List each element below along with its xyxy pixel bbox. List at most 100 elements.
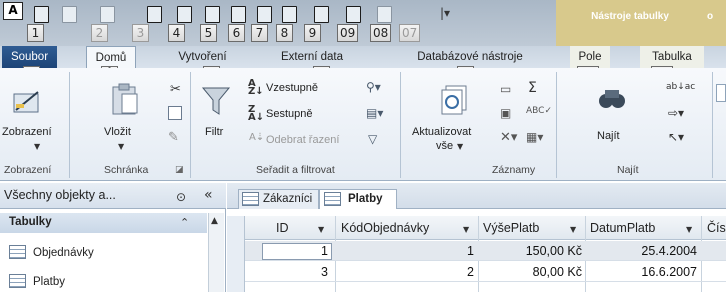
new-record-icon[interactable]: ▭ [500, 82, 511, 96]
nav-item-payments[interactable]: Platby [33, 276, 65, 288]
access-window: A 1 2 3 4 5 6 7 8 9 09 08 07 |▾ Nástroje… [0, 0, 726, 292]
filter-icon[interactable] [201, 86, 231, 116]
toggle-filter-icon[interactable]: ▽ [368, 132, 377, 146]
column-dropdown-icon[interactable]: ▼ [686, 225, 692, 234]
font-box[interactable] [716, 84, 726, 102]
table-icon [9, 274, 26, 288]
delete-record-icon[interactable]: ✕▾ [500, 130, 517, 145]
save-record-icon[interactable]: ▣ [500, 106, 511, 120]
find-icon[interactable] [597, 84, 627, 114]
group-records: Záznamy [492, 164, 536, 176]
refresh-all-button-line2[interactable]: vše [436, 140, 453, 152]
qat-icon-7[interactable] [231, 6, 246, 23]
nav-item-orders[interactable]: Objednávky [33, 247, 94, 259]
shutter-bar-close-icon[interactable]: « [204, 187, 213, 203]
tab-fields[interactable]: Pole [570, 46, 610, 68]
cell-amount[interactable]: 80,00 Kč [482, 265, 582, 279]
chevron-down-icon[interactable]: ⊙ [176, 190, 186, 204]
refresh-all-icon[interactable] [440, 84, 470, 116]
record-selector-column[interactable] [227, 216, 245, 292]
tab-database-tools[interactable]: Databázové nástroje [394, 46, 546, 68]
cell-id[interactable]: 1 [262, 244, 328, 258]
column-dropdown-icon[interactable]: ▼ [463, 225, 469, 234]
column-header-id[interactable]: ID [276, 221, 289, 235]
navigation-pane-title[interactable]: Všechny objekty a... [4, 188, 116, 202]
divider [190, 72, 191, 178]
column-dropdown-icon[interactable]: ▼ [570, 225, 576, 234]
keytip-8: 8 [276, 24, 293, 42]
cell-date[interactable]: 16.6.2007 [590, 265, 697, 279]
qat-icon-08[interactable] [346, 6, 361, 23]
customize-qat-icon[interactable]: |▾ [440, 6, 450, 20]
qat-icon-6[interactable] [205, 6, 220, 23]
spelling-icon[interactable] [282, 6, 297, 23]
divider [400, 72, 401, 178]
collapse-icon[interactable]: ⌃ [180, 216, 189, 229]
scroll-up-icon[interactable]: ▲ [211, 216, 218, 226]
filter-button[interactable]: Filtr [205, 126, 223, 138]
column-header-amount[interactable]: VýšePlatb [483, 221, 539, 235]
cell-amount[interactable]: 150,00 Kč [482, 244, 582, 258]
group-find: Najít [617, 164, 639, 176]
app-icon[interactable]: A [3, 2, 23, 20]
copy-icon[interactable] [168, 106, 182, 120]
dialog-launcher-icon[interactable]: ◪ [175, 165, 184, 175]
find-button[interactable]: Najít [597, 130, 620, 142]
sort-descending-icon[interactable]: Z A↓ [248, 105, 264, 123]
advanced-filter-icon[interactable]: ▤▾ [366, 106, 383, 120]
totals-icon[interactable]: Σ [528, 80, 537, 96]
redo-icon[interactable] [100, 6, 115, 23]
contextual-band [556, 0, 726, 46]
undo-icon[interactable] [62, 6, 77, 23]
tab-create[interactable]: Vytvoření [160, 46, 245, 68]
paste-icon[interactable] [110, 82, 140, 116]
keytip-07: 07 [399, 24, 421, 42]
save-icon[interactable] [34, 6, 49, 23]
qat-icon-4[interactable] [147, 6, 162, 23]
keytip-3: 3 [132, 24, 149, 42]
divider [712, 72, 713, 178]
view-button[interactable]: Zobrazení [2, 126, 52, 138]
qat-icon-07[interactable] [377, 6, 392, 23]
more-icon[interactable]: ▦▾ [526, 130, 543, 144]
replace-icon[interactable]: ab↓ac [666, 82, 695, 92]
remove-sort-icon[interactable]: A⇣ [249, 132, 264, 143]
tab-external-data[interactable]: Externí data [262, 46, 362, 68]
paste-button[interactable]: Vložit [104, 126, 131, 138]
keytip-4: 4 [168, 24, 185, 42]
goto-icon[interactable]: ⇨▾ [668, 106, 684, 120]
qat-icon-8[interactable] [257, 6, 272, 23]
cell-order-code[interactable]: 1 [340, 244, 474, 258]
paste-dropdown-icon[interactable]: ▼ [118, 142, 124, 151]
sort-ascending-icon[interactable]: A Z↓ [248, 79, 264, 97]
refresh-dropdown-icon[interactable]: ▼ [457, 142, 463, 151]
cell-date[interactable]: 25.4.2004 [590, 244, 697, 258]
tab-table[interactable]: Tabulka [640, 46, 704, 68]
cell-id[interactable]: 3 [262, 265, 328, 279]
remove-sort-button[interactable]: Odebrat řazení [266, 134, 339, 146]
format-painter-icon[interactable]: ✎ [168, 130, 179, 145]
nav-section-label: Tabulky [9, 216, 52, 228]
column-header-order-code[interactable]: KódObjednávky [341, 221, 429, 235]
column-header-number[interactable]: Čís [707, 221, 726, 235]
contextual-group-title: Nástroje tabulky [591, 11, 669, 22]
view-icon[interactable] [12, 88, 42, 116]
cut-icon[interactable]: ✂ [170, 82, 181, 97]
refresh-all-button[interactable]: Aktualizovat [412, 126, 471, 138]
sort-ascending-button[interactable]: Vzestupně [266, 82, 318, 94]
cell-order-code[interactable]: 2 [340, 265, 474, 279]
select-icon[interactable]: ↖▾ [668, 130, 684, 144]
sort-descending-button[interactable]: Sestupně [266, 108, 312, 120]
keytip-09: 09 [337, 24, 359, 42]
qat-icon-09[interactable] [314, 6, 329, 23]
column-dropdown-icon[interactable]: ▼ [318, 225, 324, 234]
tab-file[interactable]: Soubor [2, 46, 57, 68]
spelling-check-icon[interactable]: ABC✓ [526, 106, 552, 116]
selection-filter-icon[interactable]: ⚲▾ [366, 80, 381, 94]
divider [69, 72, 70, 178]
qat-icon-5[interactable] [177, 6, 192, 23]
column-header-date[interactable]: DatumPlatb [590, 221, 655, 235]
tab-home[interactable]: Domů [86, 46, 136, 68]
view-dropdown-icon[interactable]: ▼ [34, 142, 40, 151]
keytip-6: 6 [228, 24, 245, 42]
